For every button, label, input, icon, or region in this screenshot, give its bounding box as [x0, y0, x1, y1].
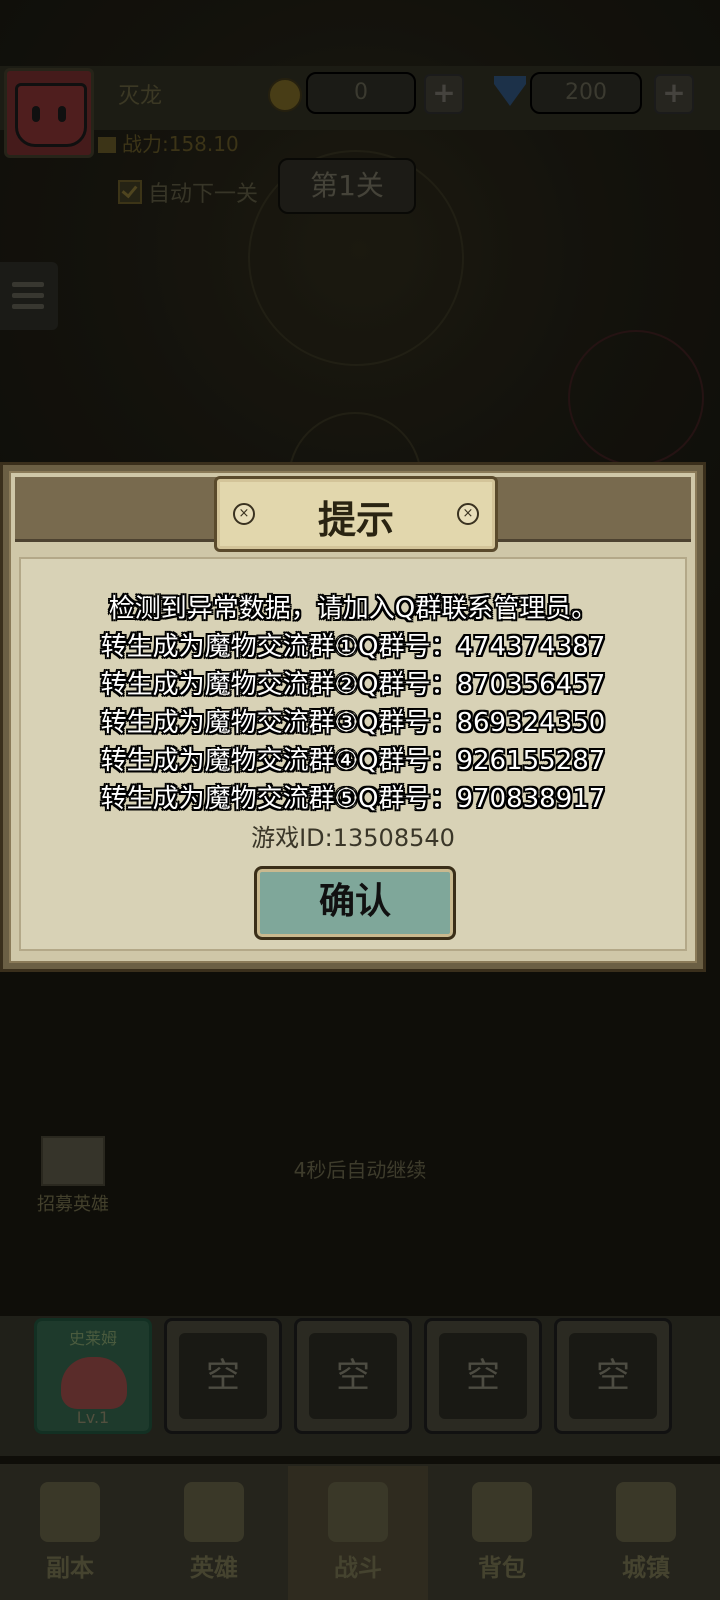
- lock-icon: [184, 1482, 244, 1542]
- team-slot-4[interactable]: 空: [424, 1318, 542, 1434]
- recruit-scroll-icon: [41, 1136, 105, 1186]
- tab-label: 城镇: [622, 1554, 670, 1582]
- crossed-swords-icon: [328, 1482, 388, 1542]
- recruit-hero-button[interactable]: 招募英雄: [32, 1136, 114, 1232]
- map-icon: [40, 1482, 100, 1542]
- empty-slot-label: 空: [439, 1333, 527, 1419]
- slime-hero-icon: [61, 1357, 127, 1409]
- tab-heroes[interactable]: 英雄: [144, 1466, 284, 1600]
- tab-label: 背包: [478, 1554, 526, 1582]
- dialog-message-line: 转生成为魔物交流群⑤Q群号：970838917: [100, 784, 606, 814]
- backpack-icon: [472, 1482, 532, 1542]
- dialog-message-line: 检测到异常数据，请加入Q群联系管理员。: [108, 594, 598, 624]
- dialog-message-line: 转生成为魔物交流群④Q群号：926155287: [100, 746, 606, 776]
- dialog-message-line: 转生成为魔物交流群①Q群号：474374387: [100, 632, 606, 662]
- game-id-text: 游戏ID:13508540: [251, 824, 455, 852]
- tab-label: 战斗: [334, 1554, 382, 1582]
- shop-icon: [616, 1482, 676, 1542]
- team-slot-5[interactable]: 空: [554, 1318, 672, 1434]
- confirm-button[interactable]: 确认: [254, 866, 456, 940]
- empty-slot-label: 空: [569, 1333, 657, 1419]
- dialog-title: 提示: [317, 498, 394, 542]
- dialog-message-line: 转生成为魔物交流群③Q群号：869324350: [100, 708, 606, 738]
- team-slot-3[interactable]: 空: [294, 1318, 412, 1434]
- recruit-label: 招募英雄: [37, 1194, 109, 1215]
- tab-town[interactable]: 城镇: [576, 1466, 716, 1600]
- team-slot-1[interactable]: 史莱姆 Lv.1: [34, 1318, 152, 1434]
- dialog-message-line: 转生成为魔物交流群②Q群号：870356457: [100, 670, 606, 700]
- tab-label: 副本: [46, 1554, 94, 1582]
- empty-slot-label: 空: [179, 1333, 267, 1419]
- hero-name: 史莱姆: [68, 1329, 117, 1348]
- tab-dungeon[interactable]: 副本: [0, 1466, 140, 1600]
- dialog-title-plate: × 提示 ×: [214, 476, 498, 552]
- team-slot-2[interactable]: 空: [164, 1318, 282, 1434]
- tab-label: 英雄: [190, 1554, 238, 1582]
- rivet-icon: ×: [457, 503, 479, 525]
- empty-slot-label: 空: [309, 1333, 397, 1419]
- tab-bag[interactable]: 背包: [432, 1466, 572, 1600]
- tab-battle[interactable]: 战斗: [288, 1466, 428, 1600]
- hero-level: Lv.1: [76, 1408, 110, 1427]
